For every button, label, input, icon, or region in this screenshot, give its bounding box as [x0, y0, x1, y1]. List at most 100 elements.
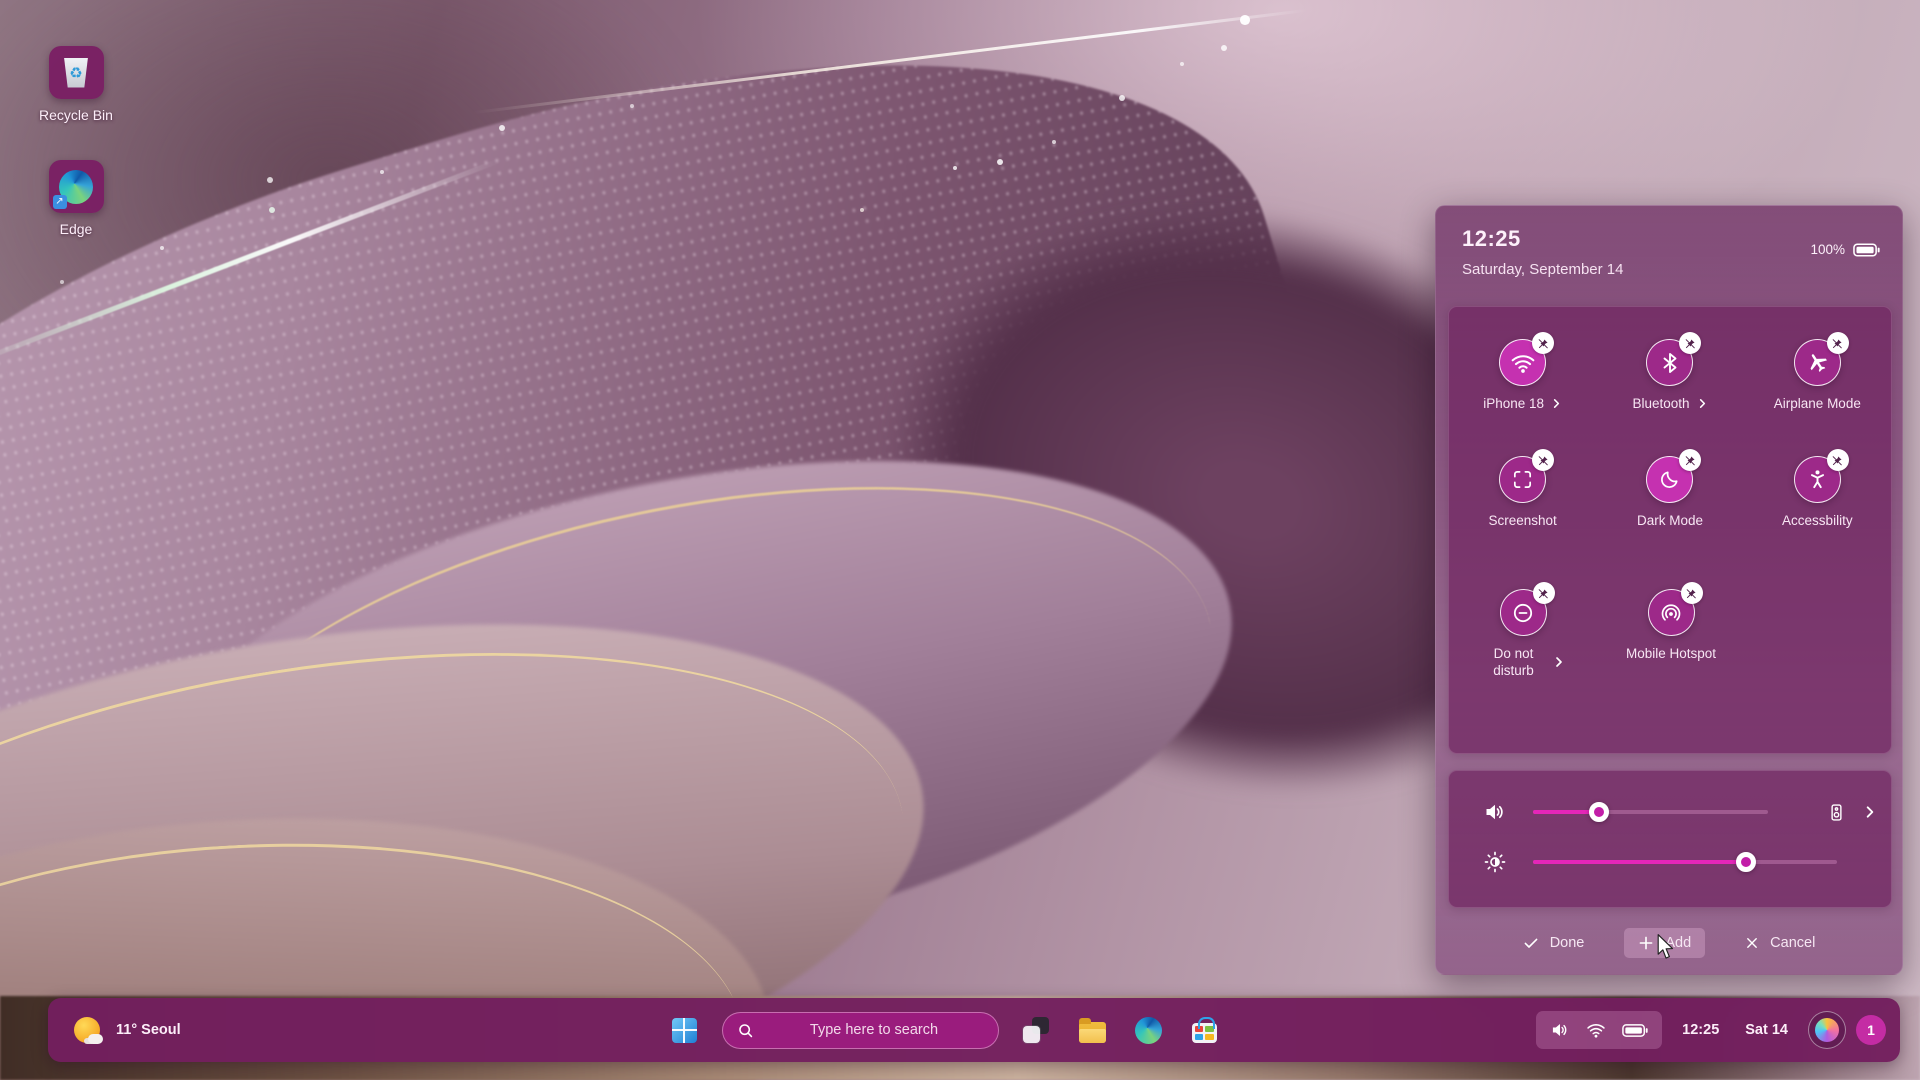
unpin-icon [1831, 454, 1844, 467]
check-icon [1523, 935, 1539, 951]
volume-slider-row [1449, 789, 1891, 835]
edge-button[interactable] [1129, 1008, 1167, 1052]
recycle-bin-icon: ♻ [63, 58, 89, 88]
desktop-icon-label: Edge [60, 221, 93, 237]
add-button[interactable]: Add [1624, 928, 1705, 958]
unpin-button[interactable] [1679, 332, 1701, 354]
speaker-icon [1550, 1020, 1570, 1040]
battery-percent: 100% [1810, 242, 1845, 257]
unpin-button[interactable] [1532, 332, 1554, 354]
shortcut-arrow-icon: ↗ [53, 195, 67, 209]
moon-icon [1658, 468, 1681, 491]
tile-bluetooth[interactable]: Bluetooth [1596, 339, 1743, 412]
edge-tile[interactable]: ↗ [49, 160, 104, 213]
tile-iphone18[interactable]: iPhone 18 [1449, 339, 1596, 412]
unpin-icon [1537, 587, 1550, 600]
done-button[interactable]: Done [1509, 928, 1599, 958]
wifi-icon [1586, 1020, 1606, 1040]
unpin-button[interactable] [1532, 449, 1554, 471]
unpin-button[interactable] [1679, 449, 1701, 471]
unpin-icon [1537, 454, 1550, 467]
edit-buttons-row: Done Add Cancel [1436, 924, 1902, 962]
desktop-icon-recycle-bin[interactable]: ♻ Recycle Bin [21, 46, 131, 123]
copilot-button[interactable] [1808, 1011, 1846, 1049]
wallpaper-sparkles [0, 0, 4, 4]
panel-battery: 100% [1810, 242, 1880, 257]
tile-airplane-mode[interactable]: Airplane Mode [1744, 339, 1891, 412]
weather-icon [74, 1017, 100, 1043]
tile-label: Bluetooth [1632, 395, 1689, 412]
task-view-button[interactable] [1017, 1008, 1055, 1052]
tile-label: Mobile Hotspot [1626, 645, 1716, 662]
brightness-icon[interactable] [1481, 850, 1509, 874]
system-tray-group[interactable] [1536, 1011, 1662, 1049]
search-icon [737, 1022, 754, 1039]
wifi-icon [1510, 350, 1536, 376]
tray-time: 12:25 [1682, 1022, 1719, 1038]
brightness-slider-thumb[interactable] [1736, 852, 1756, 872]
desktop-icon-label: Recycle Bin [39, 107, 113, 123]
brightness-slider-row [1449, 839, 1891, 885]
taskbar-search[interactable] [722, 1012, 999, 1049]
chevron-right-icon[interactable] [1697, 398, 1708, 409]
tile-label: Do not disturb [1482, 645, 1546, 679]
tile-do-not-disturb[interactable]: Do not disturb [1449, 589, 1597, 679]
unpin-button[interactable] [1827, 332, 1849, 354]
task-view-icon [1023, 1017, 1049, 1043]
weather-widget[interactable]: 11° Seoul [62, 998, 193, 1062]
unpin-button[interactable] [1533, 582, 1555, 604]
tile-label: Screenshot [1489, 512, 1557, 529]
chevron-right-icon[interactable] [1863, 805, 1877, 819]
battery-icon [1622, 1024, 1648, 1037]
unpin-icon [1685, 587, 1698, 600]
tile-mobile-hotspot[interactable]: Mobile Hotspot [1597, 589, 1745, 679]
copilot-icon [1815, 1018, 1839, 1042]
tile-screenshot[interactable]: Screenshot [1449, 456, 1596, 529]
search-input[interactable] [764, 1022, 984, 1038]
volume-slider-thumb[interactable] [1589, 802, 1609, 822]
tile-accessibility[interactable]: Accessbility [1744, 456, 1891, 529]
tile-label: Dark Mode [1637, 512, 1703, 529]
speaker-icon[interactable] [1481, 800, 1509, 824]
notification-badge[interactable]: 1 [1856, 1015, 1886, 1045]
screenshot-icon [1511, 468, 1534, 491]
accessibility-icon [1806, 468, 1829, 491]
desktop-icon-edge[interactable]: ↗ Edge [21, 160, 131, 237]
unpin-icon [1537, 337, 1550, 350]
tile-dark-mode[interactable]: Dark Mode [1596, 456, 1743, 529]
taskbar: 11° Seoul 12:25 Sat 14 [48, 998, 1900, 1062]
recycle-bin-tile[interactable]: ♻ [49, 46, 104, 99]
chevron-right-icon[interactable] [1553, 656, 1565, 668]
chevron-right-icon[interactable] [1551, 398, 1562, 409]
volume-slider[interactable] [1533, 810, 1768, 814]
cancel-button[interactable]: Cancel [1731, 928, 1829, 958]
tray-date: Sat 14 [1745, 1022, 1788, 1038]
unpin-button[interactable] [1681, 582, 1703, 604]
tile-label: Airplane Mode [1774, 395, 1861, 412]
airplane-icon [1801, 347, 1833, 379]
close-icon [1745, 936, 1759, 950]
unpin-button[interactable] [1827, 449, 1849, 471]
tray-clock[interactable]: 12:25 Sat 14 [1672, 1022, 1798, 1038]
unpin-icon [1684, 337, 1697, 350]
unpin-icon [1831, 337, 1844, 350]
windows-logo-icon [672, 1018, 697, 1043]
tile-label: iPhone 18 [1483, 395, 1544, 412]
tile-label: Accessbility [1782, 512, 1853, 529]
start-button[interactable] [664, 1008, 704, 1052]
do-not-disturb-icon [1511, 601, 1535, 625]
folder-icon [1079, 1022, 1106, 1043]
brightness-slider[interactable] [1533, 860, 1837, 864]
edge-icon [1135, 1017, 1162, 1044]
plus-icon [1638, 935, 1654, 951]
store-icon [1192, 1023, 1217, 1043]
store-button[interactable] [1185, 1008, 1223, 1052]
hotspot-icon [1659, 601, 1683, 625]
panel-date: Saturday, September 14 [1462, 261, 1623, 278]
quick-settings-panel: 12:25 Saturday, September 14 100% iPhone… [1435, 205, 1903, 975]
panel-clock: 12:25 [1462, 226, 1521, 252]
bluetooth-icon [1658, 351, 1682, 375]
audio-output-icon[interactable] [1826, 802, 1847, 823]
file-explorer-button[interactable] [1073, 1008, 1111, 1052]
battery-icon [1853, 243, 1880, 257]
